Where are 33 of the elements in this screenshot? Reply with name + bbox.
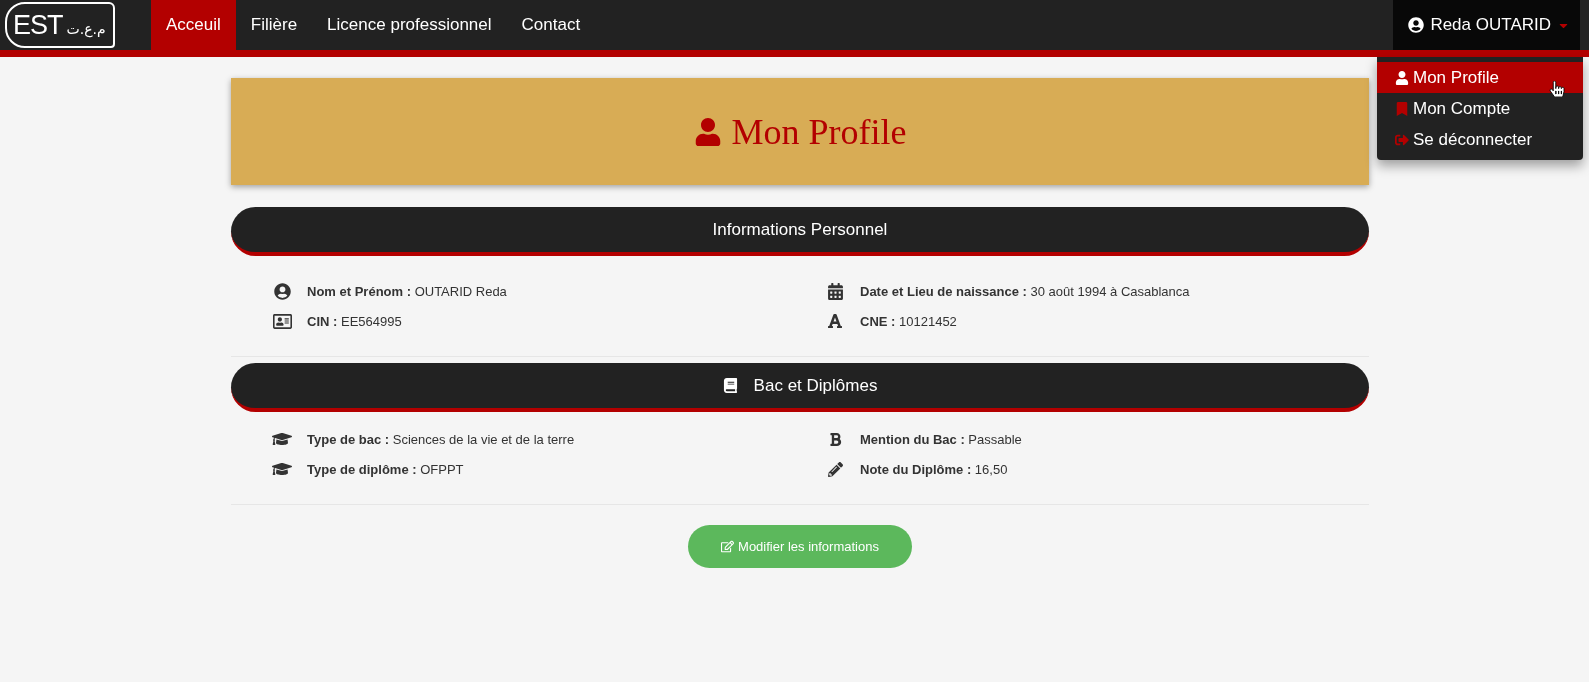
- user-icon: [1395, 70, 1409, 85]
- id-card-icon: [272, 311, 292, 331]
- font-icon: [827, 313, 843, 329]
- pencil-icon: [827, 461, 843, 477]
- bold-icon: [827, 431, 843, 447]
- hand-pointer-icon: [1549, 81, 1565, 97]
- book-icon: [722, 378, 738, 393]
- dropdown-item[interactable]: Mon Profile: [1377, 62, 1583, 93]
- info-text: Type de bac : Sciences de la vie et de la terre: [307, 431, 575, 447]
- dropdown-item[interactable]: Se déconnecter: [1377, 124, 1583, 155]
- nav-link[interactable]: Acceuil: [151, 0, 236, 50]
- user-icon: [693, 117, 722, 146]
- calendar-icon: [826, 282, 844, 300]
- nav-link[interactable]: Contact: [506, 0, 596, 50]
- page-title: Mon Profile: [731, 110, 907, 153]
- sign-out-icon: [1395, 132, 1409, 147]
- section-title: Bac et Diplômes: [753, 375, 878, 396]
- edit-icon: [721, 540, 735, 553]
- dropdown-item[interactable]: Mon Compte: [1377, 93, 1583, 124]
- user-menu-button[interactable]: Reda OUTARID: [1393, 0, 1580, 50]
- info-text: Date et Lieu de naissance : 30 août 1994 à Casablanca: [860, 283, 1190, 299]
- logo-text: EST: [13, 11, 63, 39]
- bookmark-icon: [1395, 101, 1409, 116]
- info-text: CNE : 10121452: [860, 313, 957, 329]
- section-title: Informations Personnel: [712, 219, 888, 240]
- info-text: Type de diplôme : OFPPT: [307, 461, 464, 477]
- info-text: Nom et Prénom : OUTARID Reda: [307, 283, 507, 299]
- info-text: Note du Diplôme : 16,50: [860, 461, 1008, 477]
- info-text: Mention du Bac : Passable: [860, 431, 1022, 447]
- logo-arabic-text: م.ع.ت: [66, 22, 106, 36]
- info-text: CIN : EE564995: [307, 313, 402, 329]
- nav-link[interactable]: Filière: [235, 0, 313, 50]
- nav-link[interactable]: Licence professionnel: [312, 0, 507, 50]
